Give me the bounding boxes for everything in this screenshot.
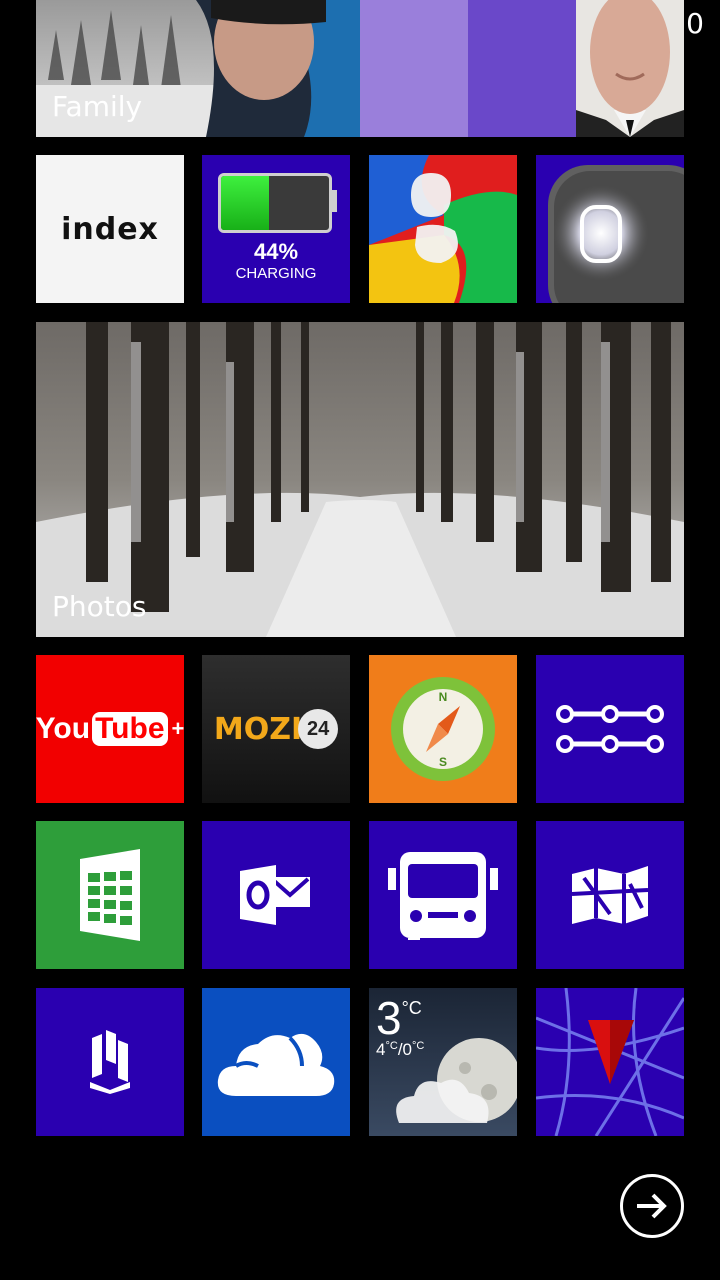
weather-range: 4 °C / 0 °C — [376, 1040, 424, 1060]
weather-hi-unit: °C — [385, 1040, 398, 1052]
weather-hi: 4 — [376, 1040, 386, 1059]
compass-n: N — [439, 690, 448, 704]
spreadsheet-tile[interactable] — [36, 821, 184, 969]
photos-tile[interactable]: Photos — [36, 322, 684, 637]
google-icon — [369, 155, 517, 303]
onedrive-tile[interactable] — [202, 988, 350, 1136]
battery-nub — [331, 190, 337, 212]
all-apps-button[interactable] — [620, 1174, 684, 1238]
mozi-num: 24 — [298, 709, 339, 749]
reader-tile[interactable] — [36, 988, 184, 1136]
compass-s: S — [439, 755, 447, 769]
flashlight-icon — [548, 165, 684, 303]
pattern-lock-tile[interactable] — [536, 655, 684, 803]
battery-percent: 44% — [253, 239, 299, 264]
contact-tile-3[interactable] — [576, 0, 684, 137]
contact-tile-2[interactable] — [468, 0, 576, 137]
youtube-you: You — [36, 712, 91, 745]
arrow-right-icon — [637, 1193, 667, 1219]
battery-tile[interactable]: 44% CHARGING — [202, 155, 350, 303]
flashlight-tile[interactable] — [536, 155, 684, 303]
mozi24-tile[interactable]: MOZI 24 — [202, 655, 350, 803]
family-label: Family — [52, 90, 143, 123]
youtube-tube: Tube — [92, 712, 168, 746]
navigation-arrow-icon — [536, 988, 684, 1136]
cloud-icon — [217, 1033, 335, 1096]
weather-lo-unit: °C — [412, 1040, 425, 1052]
bus-tile[interactable] — [369, 821, 517, 969]
youtube-tile[interactable]: You Tube + — [36, 655, 184, 803]
family-tile[interactable]: Family — [36, 0, 360, 137]
pattern-lock-icon — [556, 705, 664, 753]
google-tile[interactable] — [369, 155, 517, 303]
bus-icon — [388, 852, 498, 940]
navigation-tile[interactable] — [536, 988, 684, 1136]
outlook-icon — [240, 865, 310, 925]
spreadsheet-icon — [80, 849, 140, 941]
contact-tile-1[interactable] — [360, 0, 468, 137]
youtube-plus: + — [171, 716, 184, 741]
weather-lo: 0 — [402, 1040, 413, 1059]
mozi24-logo: MOZI 24 — [213, 709, 339, 749]
compass-icon: N S — [391, 677, 495, 781]
maps-tile[interactable] — [536, 821, 684, 969]
photos-label: Photos — [52, 590, 147, 623]
index-logo: index — [61, 211, 159, 247]
contact-photo — [576, 0, 684, 137]
weather-temp: 3 — [376, 992, 402, 1044]
mozi-text: MOZI — [213, 711, 303, 747]
weather-tile[interactable]: 3 °C 4 °C / 0 °C — [369, 988, 517, 1136]
weather-unit: °C — [401, 998, 422, 1018]
battery-gauge — [218, 173, 332, 233]
youtube-logo: You Tube + — [36, 712, 184, 746]
outlook-tile[interactable] — [202, 821, 350, 969]
reader-icon — [90, 1030, 130, 1094]
weather-current: 3 °C — [376, 992, 422, 1044]
index-tile[interactable]: index — [36, 155, 184, 303]
map-icon — [571, 866, 649, 924]
battery-state: CHARGING — [235, 265, 317, 282]
compass-tile[interactable]: N S — [369, 655, 517, 803]
